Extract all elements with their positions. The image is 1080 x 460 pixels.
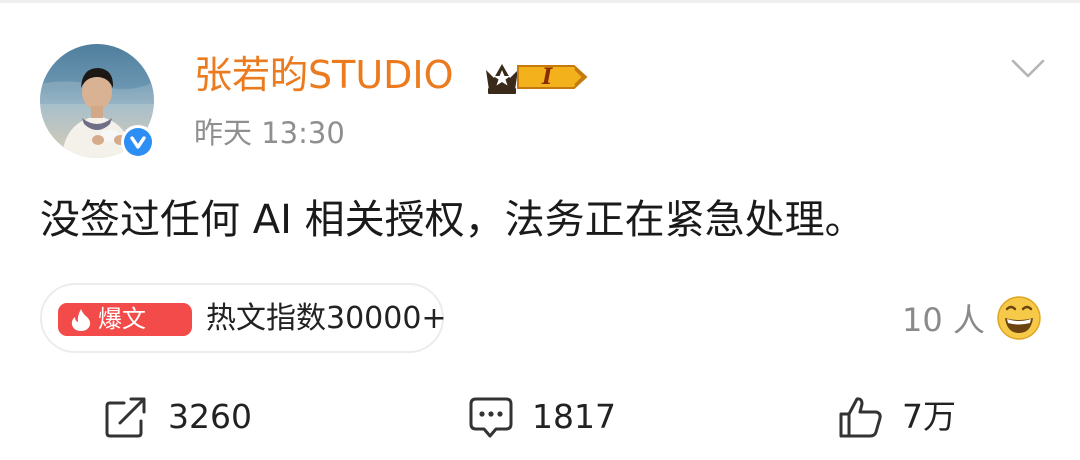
like-count: 7万 <box>902 397 956 436</box>
author-name[interactable]: 张若昀STUDIO <box>194 50 454 100</box>
share-icon <box>105 397 146 438</box>
vip-level: I <box>542 64 553 90</box>
flame-icon <box>71 309 91 331</box>
like-button[interactable]: 7万 <box>838 392 988 442</box>
grin-emoji-icon[interactable] <box>996 295 1042 341</box>
more-options-chevron[interactable] <box>1010 58 1046 80</box>
crown-icon <box>486 64 588 94</box>
chevron-down-icon <box>1011 59 1045 78</box>
post-content: 没签过任何 AI 相关授权，法务正在紧急处理。 <box>40 197 865 243</box>
hot-tag: 爆文 <box>58 303 192 336</box>
repost-count: 3260 <box>168 397 252 436</box>
divider <box>0 0 1080 3</box>
verified-check-icon <box>124 128 152 156</box>
repost-button[interactable]: 3260 <box>104 392 284 442</box>
post-time: 昨天 13:30 <box>194 116 345 150</box>
hot-index-text: 热文指数30000+ <box>206 301 447 336</box>
comment-count: 1817 <box>532 397 616 436</box>
thumbs-up-icon <box>839 397 882 438</box>
weibo-post-card: 张若昀STUDIO I 昨天 13:30 没签过任何 AI 相关授权，法务正在紧… <box>0 0 1080 460</box>
reaction-count[interactable]: 10 人 <box>902 297 985 343</box>
verified-badge <box>121 125 155 159</box>
hot-index-pill[interactable]: 爆文 热文指数30000+ <box>40 283 447 353</box>
comment-button[interactable]: 1817 <box>468 392 638 442</box>
vip-crown-badge[interactable]: I <box>482 56 592 98</box>
hot-tag-label: 爆文 <box>98 305 146 333</box>
comment-icon <box>469 397 513 438</box>
